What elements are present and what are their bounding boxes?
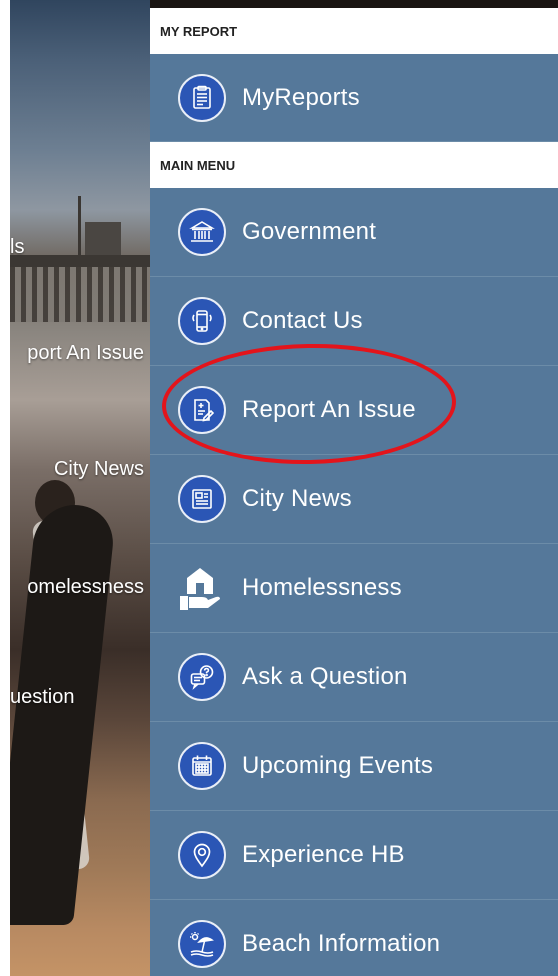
menu-item-label: Experience HB [242,841,405,868]
menu-item-label: Upcoming Events [242,752,434,779]
pier-pole [78,196,81,256]
menu-item-city-news[interactable]: City News [150,455,558,544]
pier-pilings [10,267,150,322]
background-menu-label[interactable]: ls [10,236,24,259]
background-menu-label[interactable]: City News [54,458,144,481]
question-bubble-icon [178,653,226,701]
background-menu-label[interactable]: uestion [10,686,75,709]
menu-item-myreports[interactable]: MyReports [150,54,558,142]
menu-item-report-an-issue[interactable]: Report An Issue [150,366,558,455]
beach-umbrella-icon [178,920,226,968]
report-form-icon [178,386,226,434]
menu-item-ask-a-question[interactable]: Ask a Question [150,633,558,722]
menu-item-label: City News [242,485,352,512]
surfer-figure [0,505,118,925]
section-header-main-menu: MAIN MENU [150,142,558,188]
menu-item-label: Homelessness [242,574,402,601]
home-hand-icon [178,564,226,612]
navigation-drawer: MY REPORT MyReports MAIN MENU Government [150,8,558,976]
pier-deck [10,255,150,267]
menu-item-label: Report An Issue [242,396,416,423]
location-pin-icon [178,831,226,879]
menu-item-upcoming-events[interactable]: Upcoming Events [150,722,558,811]
menu-item-label: Ask a Question [242,663,408,690]
calendar-icon [178,742,226,790]
screen-edge [0,0,10,976]
menu-item-label: MyReports [242,83,360,111]
menu-item-beach-information[interactable]: Beach Information [150,900,558,976]
menu-item-label: Beach Information [242,930,441,957]
clipboard-report-icon [178,73,226,122]
menu-item-homelessness[interactable]: Homelessness [150,544,558,633]
mobile-phone-icon [178,297,226,345]
menu-item-contact-us[interactable]: Contact Us [150,277,558,366]
menu-item-label: Contact Us [242,307,363,334]
section-header-my-report: MY REPORT [150,8,558,54]
pier-building [85,222,121,256]
newspaper-icon [178,475,226,523]
menu-item-label: Government [242,218,377,245]
menu-item-government[interactable]: Government [150,188,558,277]
menu-item-experience-hb[interactable]: Experience HB [150,811,558,900]
background-menu-label[interactable]: omelessness [27,576,144,599]
background-menu-label[interactable]: port An Issue [27,342,144,365]
background-photo: ls port An Issue City News omelessness u… [0,0,150,976]
government-building-icon [178,208,226,256]
